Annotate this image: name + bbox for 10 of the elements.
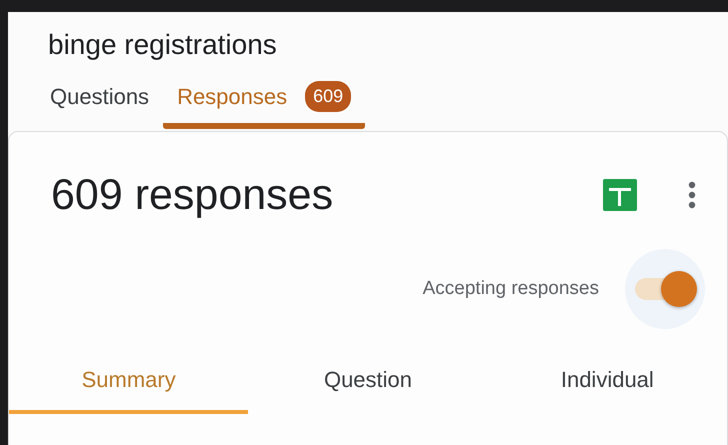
responses-heading: 609 responses	[51, 172, 334, 219]
form-title: binge registrations	[47, 28, 278, 62]
count-badge: 609	[305, 80, 352, 112]
view-tab[interactable]: Summary	[9, 356, 248, 414]
view-tab[interactable]: Individual	[488, 356, 727, 414]
spreadsheet-icon[interactable]	[603, 179, 637, 212]
accepting-responses-label: Accepting responses	[422, 276, 599, 301]
view-tab[interactable]: Question	[248, 356, 488, 414]
more-options-icon[interactable]	[687, 180, 697, 210]
form-tab[interactable]: Questions	[36, 80, 164, 129]
